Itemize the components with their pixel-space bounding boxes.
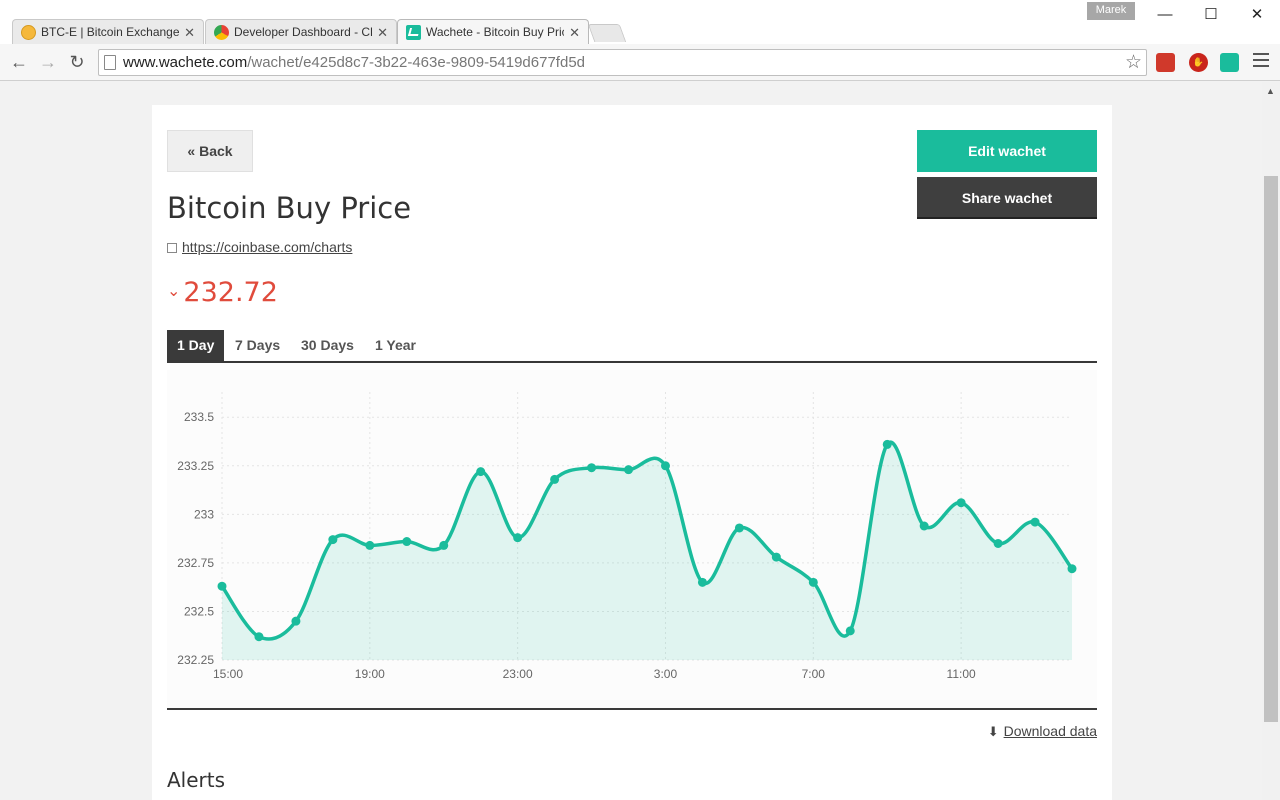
data-point: [808, 577, 818, 587]
tab-7-days[interactable]: 7 Days: [225, 330, 290, 361]
back-button[interactable]: « Back: [167, 130, 253, 172]
scrollbar-thumb[interactable]: [1264, 176, 1278, 722]
wachete-extension-icon[interactable]: [1220, 53, 1239, 72]
share-wachet-button[interactable]: Share wachet: [917, 177, 1097, 219]
data-point: [919, 521, 929, 531]
download-data-row: ⬇ Download data: [988, 723, 1097, 740]
wachete-icon: [406, 25, 421, 40]
chrome-webstore-icon: [214, 25, 229, 40]
data-point: [402, 537, 412, 547]
download-icon: ⬇: [987, 724, 999, 739]
data-point: [697, 577, 707, 587]
data-point: [550, 474, 560, 484]
y-tick-label: 233.25: [177, 459, 214, 473]
close-tab-icon[interactable]: ✕: [377, 20, 388, 45]
data-point: [845, 626, 855, 636]
tab-30-days[interactable]: 30 Days: [291, 330, 364, 361]
close-tab-icon[interactable]: ✕: [184, 20, 195, 45]
x-tick-label: 11:00: [947, 667, 976, 681]
data-point: [1067, 564, 1077, 574]
y-tick-label: 233.5: [184, 410, 214, 424]
data-point: [328, 535, 338, 545]
price-chart: 232.25 232.5 232.75 233 233.25 233.5 15:00 19:0…: [167, 370, 1097, 710]
x-tick-label: 19:00: [355, 667, 385, 681]
data-point: [993, 538, 1003, 548]
profile-badge[interactable]: Marek: [1087, 2, 1135, 20]
browser-titlebar: BTC-E | Bitcoin Exchange, ✕ Developer Da…: [0, 0, 1280, 46]
browser-tab-wachete[interactable]: Wachete - Bitcoin Buy Pric ✕: [397, 19, 589, 46]
alerts-heading: Alerts: [167, 768, 226, 792]
bitcoin-icon: [21, 25, 36, 40]
download-data-link[interactable]: Download data: [1004, 723, 1097, 739]
browser-tab-btce[interactable]: BTC-E | Bitcoin Exchange, ✕: [12, 19, 204, 45]
source-link-row: https://coinbase.com/charts: [167, 239, 352, 255]
data-point: [882, 439, 892, 449]
current-value-number: 232.72: [183, 277, 278, 308]
data-point: [291, 616, 301, 626]
data-point: [476, 467, 486, 477]
url-path: /wachet/e425d8c7-3b22-463e-9809-5419d677…: [247, 54, 585, 71]
series-area: [222, 442, 1072, 660]
data-point: [660, 461, 670, 471]
y-tick-label: 233: [194, 507, 214, 521]
x-tick-label: 3:00: [654, 667, 678, 681]
close-window-icon[interactable]: ✕: [1234, 0, 1280, 30]
url-text[interactable]: www.wachete.com/wachet/e425d8c7-3b22-463…: [123, 50, 585, 75]
data-point: [513, 533, 523, 543]
data-point: [771, 552, 781, 562]
data-point: [624, 465, 634, 475]
current-value: ⌄ 232.72: [167, 277, 278, 308]
adblock-extension-icon[interactable]: ✋: [1189, 53, 1208, 72]
bookmark-extension-icon[interactable]: [1156, 53, 1175, 72]
page-scrollbar[interactable]: ▲: [1262, 82, 1280, 800]
browser-tab-developer-dashboard[interactable]: Developer Dashboard - Cl ✕: [205, 19, 397, 45]
back-arrow-icon[interactable]: ←: [7, 50, 31, 74]
x-tick-label: 23:00: [503, 667, 533, 681]
data-point: [217, 581, 227, 591]
data-point: [734, 523, 744, 533]
x-tick-label: 7:00: [802, 667, 826, 681]
minimize-icon[interactable]: —: [1142, 0, 1188, 30]
y-tick-label: 232.5: [184, 604, 214, 618]
reload-icon[interactable]: ↻: [65, 50, 89, 74]
data-point: [254, 632, 264, 642]
data-point: [956, 498, 966, 508]
source-url-link[interactable]: https://coinbase.com/charts: [182, 239, 352, 255]
close-tab-icon[interactable]: ✕: [569, 20, 580, 45]
page-title: Bitcoin Buy Price: [167, 191, 412, 225]
chevron-down-icon: ⌄: [167, 281, 181, 300]
page-viewport: « Back Edit wachet Share wachet Bitcoin …: [0, 82, 1262, 800]
bookmark-star-icon[interactable]: ☆: [1125, 51, 1142, 74]
new-tab-button[interactable]: [587, 24, 627, 42]
x-tick-label: 15:00: [213, 667, 243, 681]
wachet-detail-card: « Back Edit wachet Share wachet Bitcoin …: [152, 105, 1112, 800]
external-link-icon: [167, 243, 177, 253]
data-point: [1030, 517, 1040, 527]
url-host: www.wachete.com: [123, 54, 248, 71]
tab-title: Wachete - Bitcoin Buy Pric: [426, 25, 564, 39]
tab-1-day[interactable]: 1 Day: [167, 330, 225, 361]
tab-1-year[interactable]: 1 Year: [365, 330, 426, 361]
tab-title: Developer Dashboard - Cl: [234, 25, 372, 39]
browser-menu-icon[interactable]: [1253, 53, 1269, 69]
range-tabs: 1 Day 7 Days 30 Days 1 Year: [167, 330, 1097, 363]
price-chart-svg: 232.25 232.5 232.75 233 233.25 233.5 15:00 19:0…: [177, 392, 1077, 681]
forward-arrow-icon[interactable]: →: [36, 50, 60, 74]
y-tick-label: 232.25: [177, 653, 214, 667]
address-bar[interactable]: www.wachete.com/wachet/e425d8c7-3b22-463…: [98, 49, 1147, 76]
edit-wachet-button[interactable]: Edit wachet: [917, 130, 1097, 172]
data-point: [365, 540, 375, 550]
page-icon: [104, 55, 116, 70]
y-tick-label: 232.75: [177, 556, 214, 570]
maximize-icon[interactable]: ☐: [1188, 0, 1234, 30]
scroll-up-icon[interactable]: ▲: [1266, 86, 1275, 96]
browser-toolbar: ← → ↻ www.wachete.com/wachet/e425d8c7-3b…: [0, 44, 1280, 81]
data-point: [439, 540, 449, 550]
tab-title: BTC-E | Bitcoin Exchange,: [41, 25, 179, 39]
data-point: [587, 463, 597, 473]
